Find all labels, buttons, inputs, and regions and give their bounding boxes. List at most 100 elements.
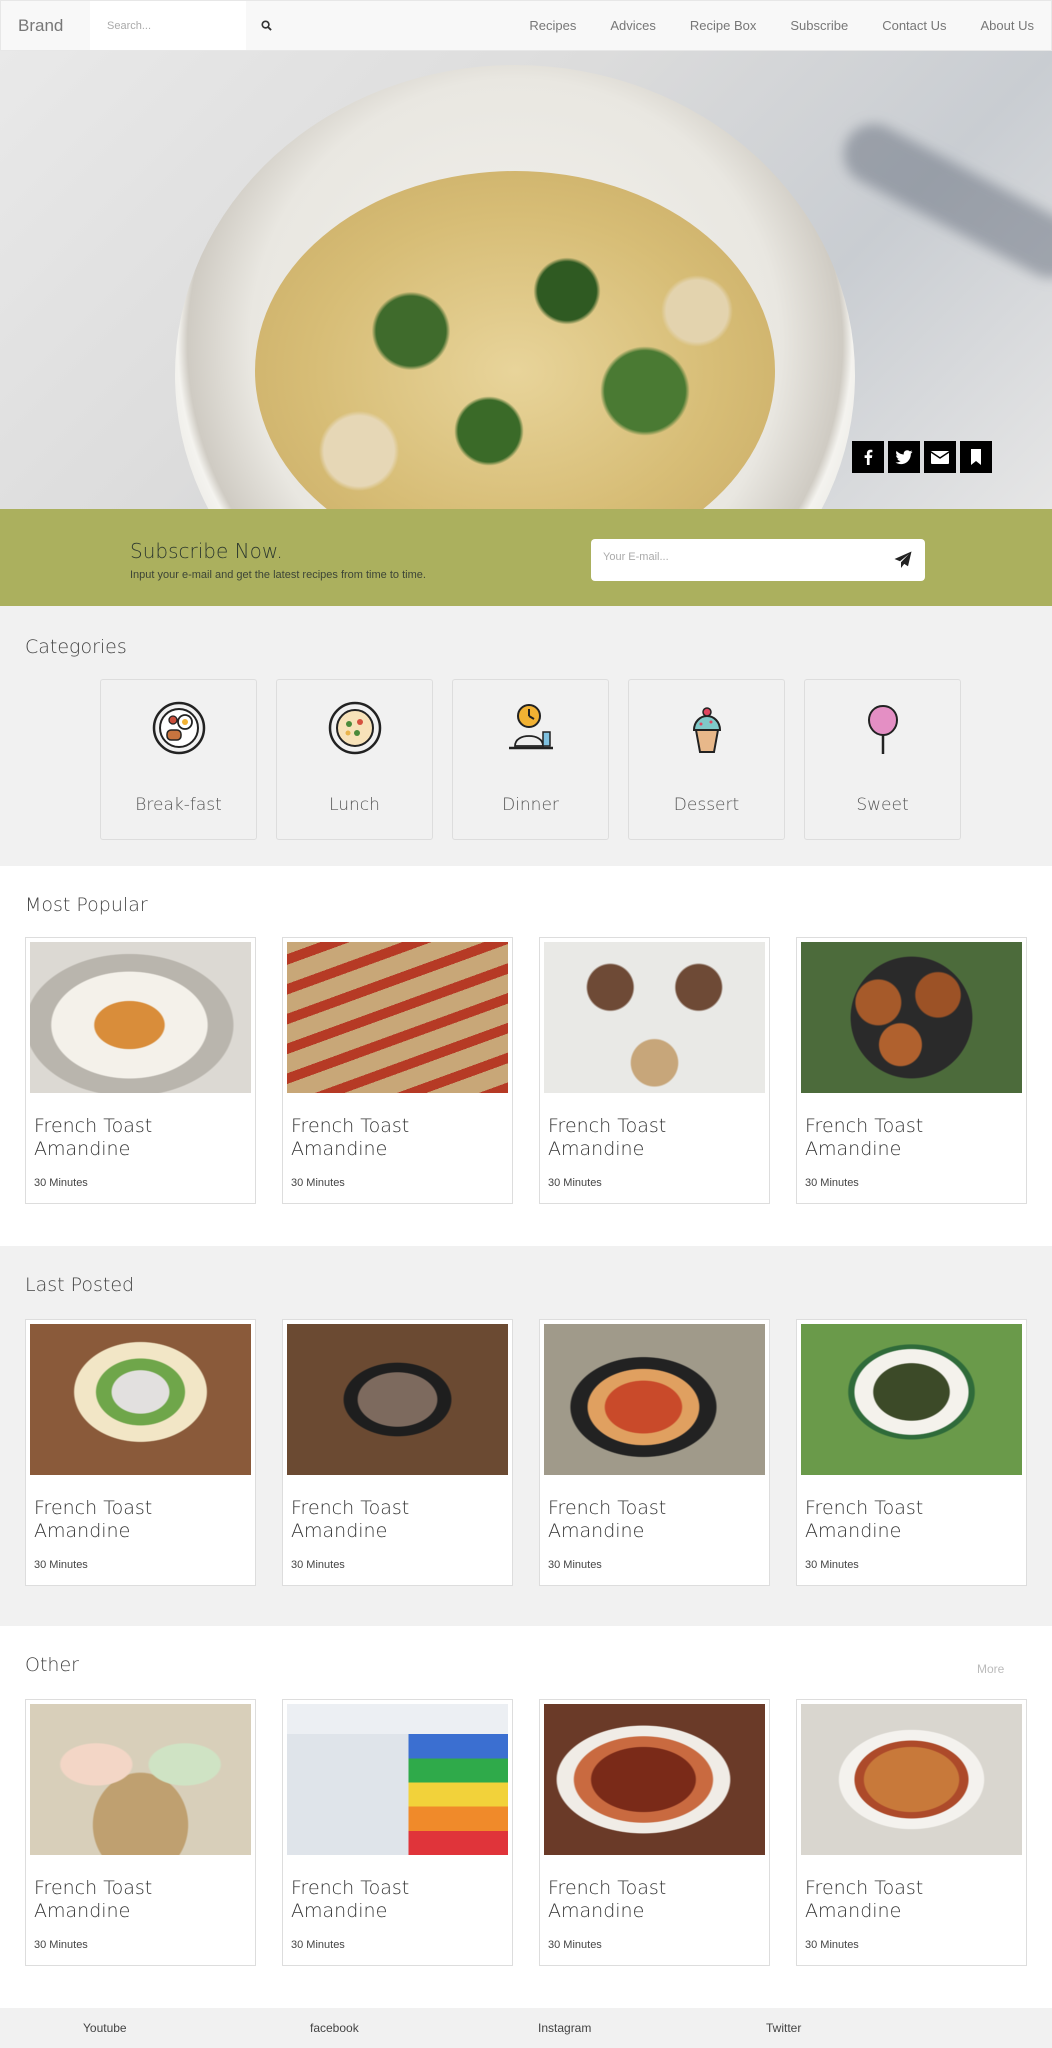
recipe-title: French Toast Amandine	[34, 1115, 153, 1160]
facebook-icon	[864, 449, 873, 465]
most-popular-title: Most Popular	[25, 894, 148, 916]
recipe-card[interactable]: French Toast Amandine 30 Minutes	[25, 937, 256, 1204]
recipe-image	[544, 1704, 765, 1855]
nav-link-about-us[interactable]: About Us	[981, 18, 1034, 33]
nav-link-contact-us[interactable]: Contact Us	[882, 18, 946, 33]
recipe-card[interactable]: French Toast Amandine 30 Minutes	[796, 1699, 1027, 1966]
recipe-image	[801, 942, 1022, 1093]
subscribe-banner: Subscribe Now. Input your e-mail and get…	[0, 509, 1052, 606]
twitter-icon	[895, 449, 913, 464]
other-title: Other	[25, 1654, 79, 1676]
recipe-title: French Toast Amandine	[548, 1877, 667, 1922]
marble-texture	[833, 113, 1052, 289]
category-label: Sweet	[856, 795, 909, 815]
nav-link-advices[interactable]: Advices	[610, 18, 656, 33]
nav-menu: Recipes Advices Recipe Box Subscribe Con…	[529, 1, 1051, 50]
recipe-image	[801, 1324, 1022, 1475]
breakfast-plate-icon	[152, 701, 206, 755]
search-button[interactable]	[246, 1, 286, 50]
subscribe-submit-button[interactable]	[891, 549, 915, 571]
last-posted-section: Last Posted French Toast Amandine 30 Min…	[0, 1246, 1052, 1626]
recipe-card[interactable]: French Toast Amandine 30 Minutes	[282, 937, 513, 1204]
categories-section: Categories Break-fast Lunch Dinner Desse…	[0, 606, 1052, 866]
search-input[interactable]	[107, 19, 237, 32]
recipe-card[interactable]: French Toast Amandine 30 Minutes	[796, 1319, 1027, 1586]
category-card-dessert[interactable]: Dessert	[628, 679, 785, 840]
subscribe-form	[591, 539, 925, 581]
recipe-time: 30 Minutes	[34, 1559, 88, 1571]
category-card-breakfast[interactable]: Break-fast	[100, 679, 257, 840]
recipe-title: French Toast Amandine	[34, 1497, 153, 1542]
recipe-card[interactable]: French Toast Amandine 30 Minutes	[796, 937, 1027, 1204]
last-posted-list: French Toast Amandine 30 Minutes French …	[25, 1319, 1027, 1586]
nav-link-subscribe[interactable]: Subscribe	[790, 18, 848, 33]
search-icon	[260, 20, 272, 31]
recipe-time: 30 Minutes	[34, 1177, 88, 1189]
recipe-title: French Toast Amandine	[805, 1877, 924, 1922]
recipe-time: 30 Minutes	[291, 1559, 345, 1571]
footer-link-facebook[interactable]: facebook	[310, 2021, 359, 2035]
lunch-bowl-icon	[328, 701, 382, 755]
recipe-image	[544, 942, 765, 1093]
recipe-time: 30 Minutes	[291, 1939, 345, 1951]
recipe-card[interactable]: French Toast Amandine 30 Minutes	[282, 1699, 513, 1966]
navbar: Brand Recipes Advices Recipe Box Subscri…	[0, 0, 1052, 51]
more-link[interactable]: More	[977, 1662, 1004, 1676]
nav-link-recipe-box[interactable]: Recipe Box	[690, 18, 756, 33]
recipe-card[interactable]: French Toast Amandine 30 Minutes	[25, 1699, 256, 1966]
recipe-image	[287, 942, 508, 1093]
recipe-card[interactable]: French Toast Amandine 30 Minutes	[539, 1699, 770, 1966]
category-label: Dinner	[502, 795, 559, 815]
bookmark-button[interactable]	[960, 441, 992, 473]
recipe-card[interactable]: French Toast Amandine 30 Minutes	[539, 937, 770, 1204]
category-card-lunch[interactable]: Lunch	[276, 679, 433, 840]
most-popular-section: Most Popular French Toast Amandine 30 Mi…	[0, 866, 1052, 1246]
paper-plane-icon	[894, 551, 912, 568]
recipe-time: 30 Minutes	[805, 1939, 859, 1951]
nav-link-recipes[interactable]: Recipes	[529, 18, 576, 33]
share-buttons	[852, 441, 992, 473]
footer: Youtube facebook Instagram Twitter	[0, 2008, 1052, 2048]
envelope-icon	[931, 450, 949, 464]
recipe-image	[30, 1324, 251, 1475]
recipe-time: 30 Minutes	[805, 1559, 859, 1571]
recipe-title: French Toast Amandine	[291, 1497, 410, 1542]
category-card-sweet[interactable]: Sweet	[804, 679, 961, 840]
category-label: Lunch	[329, 795, 380, 815]
hero-image	[0, 51, 1052, 509]
share-email-button[interactable]	[924, 441, 956, 473]
footer-link-twitter[interactable]: Twitter	[766, 2021, 801, 2035]
footer-link-instagram[interactable]: Instagram	[538, 2021, 591, 2035]
recipe-card[interactable]: French Toast Amandine 30 Minutes	[282, 1319, 513, 1586]
recipe-image	[30, 942, 251, 1093]
recipe-time: 30 Minutes	[291, 1177, 345, 1189]
last-posted-title: Last Posted	[25, 1274, 135, 1296]
share-facebook-button[interactable]	[852, 441, 884, 473]
categories-title: Categories	[25, 636, 127, 658]
recipe-time: 30 Minutes	[548, 1559, 602, 1571]
recipe-title: French Toast Amandine	[34, 1877, 153, 1922]
recipe-title: French Toast Amandine	[805, 1115, 924, 1160]
footer-link-youtube[interactable]: Youtube	[83, 2021, 127, 2035]
recipe-image	[801, 1704, 1022, 1855]
recipe-title: French Toast Amandine	[805, 1497, 924, 1542]
share-twitter-button[interactable]	[888, 441, 920, 473]
category-label: Break-fast	[135, 795, 222, 815]
recipe-card[interactable]: French Toast Amandine 30 Minutes	[539, 1319, 770, 1586]
email-field[interactable]	[603, 551, 863, 563]
bookmark-icon	[971, 449, 981, 465]
recipe-title: French Toast Amandine	[291, 1877, 410, 1922]
recipe-card[interactable]: French Toast Amandine 30 Minutes	[25, 1319, 256, 1586]
category-card-dinner[interactable]: Dinner	[452, 679, 609, 840]
cotton-candy-icon	[867, 704, 899, 754]
recipe-title: French Toast Amandine	[291, 1115, 410, 1160]
recipe-image	[544, 1324, 765, 1475]
recipe-time: 30 Minutes	[805, 1177, 859, 1189]
brand-logo[interactable]: Brand	[1, 1, 90, 50]
recipe-title: French Toast Amandine	[548, 1497, 667, 1542]
recipe-image	[30, 1704, 251, 1855]
category-list: Break-fast Lunch Dinner Dessert Sweet	[100, 679, 961, 840]
cupcake-icon	[692, 707, 722, 753]
search-box	[90, 1, 246, 50]
recipe-image	[287, 1704, 508, 1855]
